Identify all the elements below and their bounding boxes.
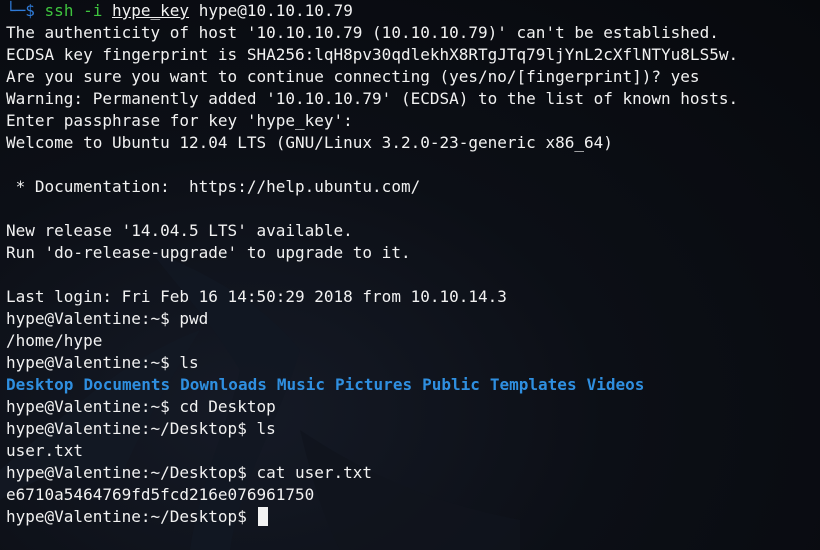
dir-entry-documents: Documents [83,375,171,394]
cd-command-line: hype@Valentine:~$ cd Desktop [6,397,276,416]
ssh-command-line: └─$ ssh -i hype_key hype@10.10.10.79 [6,0,820,22]
dir-entry-music: Music [276,375,326,394]
dir-entry-public: Public [422,375,480,394]
ls-desktop-command-line: hype@Valentine:~/Desktop$ ls [6,419,276,438]
text-cursor[interactable] [258,507,269,526]
auth-warning-line: The authenticity of host '10.10.10.79 (1… [6,23,719,42]
new-release-line: New release '14.04.5 LTS' available. [6,221,353,240]
known-hosts-line: Warning: Permanently added '10.10.10.79'… [6,89,739,108]
dir-entry-downloads: Downloads [180,375,267,394]
terminal-output: └─$ ssh -i hype_key hype@10.10.10.79 The… [6,0,820,528]
dir-entry-videos: Videos [586,375,645,394]
dir-entry-pictures: Pictures [335,375,413,394]
ssh-target: hype@10.10.10.79 [198,1,353,20]
user-flag-line: e6710a5464769fd5fcd216e076961750 [6,485,315,504]
dir-entry-desktop: Desktop [6,375,74,394]
last-login-line: Last login: Fri Feb 16 14:50:29 2018 fro… [6,287,507,306]
ssh-identity-flag: -i [83,1,103,20]
directory-listing: Desktop Documents Downloads Music Pictures Pu… [6,374,820,396]
dir-entry-templates: Templates [489,375,577,394]
active-prompt-line[interactable]: hype@Valentine:~/Desktop$ [6,506,820,528]
cat-command-line: hype@Valentine:~/Desktop$ cat user.txt [6,463,373,482]
ssh-command: ssh [44,1,74,20]
pwd-result-line: /home/hype [6,331,103,350]
passphrase-line: Enter passphrase for key 'hype_key': [6,111,353,130]
continue-prompt-line: Are you sure you want to continue connec… [6,67,700,86]
ls-command-line: hype@Valentine:~$ ls [6,353,199,372]
fingerprint-line: ECDSA key fingerprint is SHA256:lqH8pv30… [6,45,739,64]
ls-desktop-result-line: user.txt [6,441,84,460]
ssh-key-file: hype_key [112,1,190,20]
welcome-line: Welcome to Ubuntu 12.04 LTS (GNU/Linux 3… [6,133,613,152]
active-prompt: hype@Valentine:~/Desktop$ [6,507,257,526]
terminal-window[interactable]: └─$ ssh -i hype_key hype@10.10.10.79 The… [0,0,820,550]
documentation-line: * Documentation: https://help.ubuntu.com… [6,177,421,196]
prompt-corner-glyph: └─$ [6,1,35,20]
upgrade-hint-line: Run 'do-release-upgrade' to upgrade to i… [6,243,411,262]
pwd-command-line: hype@Valentine:~$ pwd [6,309,209,328]
